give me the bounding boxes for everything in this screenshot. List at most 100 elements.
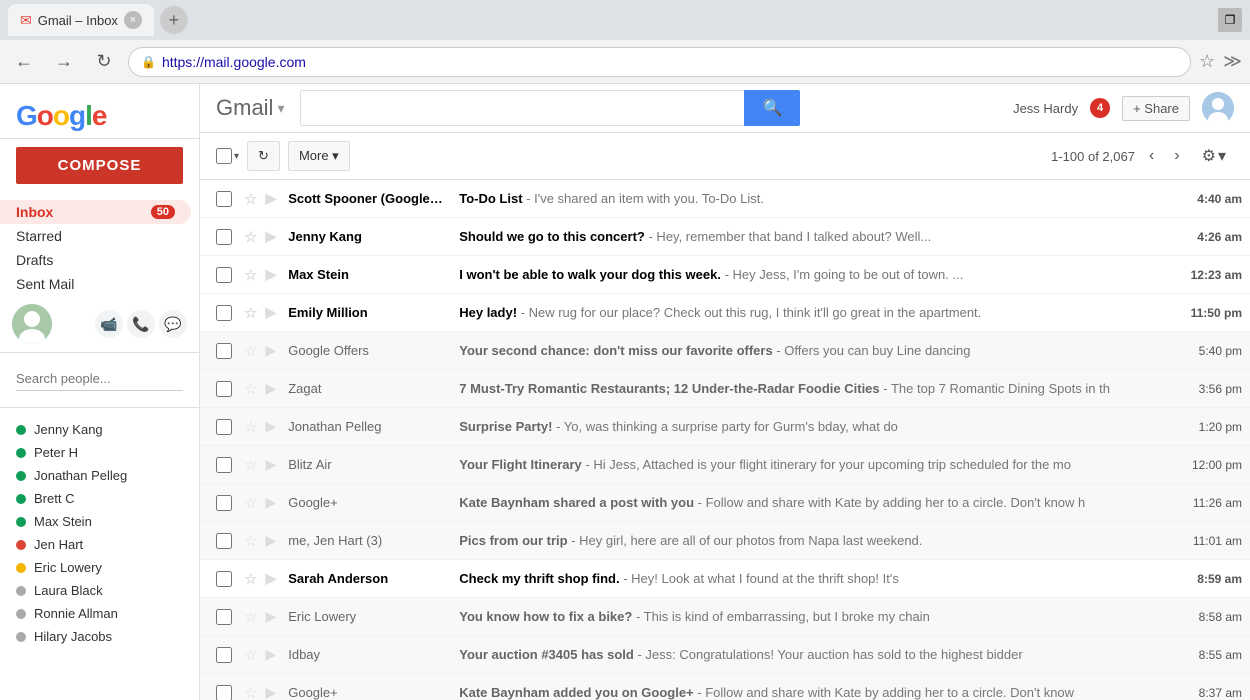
star-button[interactable]: ☆ (244, 608, 257, 626)
important-marker[interactable]: ▶ (265, 266, 276, 283)
contact-item[interactable]: Brett C (0, 487, 199, 510)
email-row[interactable]: ☆ ▶ Google+ Kate Baynham added you on Go… (200, 674, 1250, 700)
contact-item[interactable]: Ronnie Allman (0, 602, 199, 625)
contact-item[interactable]: Hilary Jacobs (0, 625, 199, 648)
email-row[interactable]: ☆ ▶ Idbay Your auction #3405 has sold - … (200, 636, 1250, 674)
email-row[interactable]: ☆ ▶ Zagat 7 Must-Try Romantic Restaurant… (200, 370, 1250, 408)
back-button[interactable]: ← (8, 46, 40, 78)
browser-tab[interactable]: ✉ Gmail – Inbox × (8, 4, 154, 36)
gmail-dropdown-icon[interactable]: ▾ (277, 100, 284, 117)
search-input[interactable] (300, 90, 744, 126)
browser-more-button[interactable]: ≫ (1223, 51, 1242, 72)
contact-item[interactable]: Laura Black (0, 579, 199, 602)
contact-item[interactable]: Jenny Kang (0, 418, 199, 441)
phone-button[interactable]: 📞 (127, 310, 155, 338)
important-marker[interactable]: ▶ (265, 608, 276, 625)
contact-item[interactable]: Jen Hart (0, 533, 199, 556)
sidebar-item-sent[interactable]: Sent Mail (0, 272, 191, 296)
star-button[interactable]: ☆ (244, 684, 257, 700)
email-row[interactable]: ☆ ▶ me, Jen Hart (3) Pics from our trip … (200, 522, 1250, 560)
contact-item[interactable]: Peter H (0, 441, 199, 464)
address-bar[interactable]: 🔒 https://mail.google.com (128, 47, 1191, 77)
next-page-button[interactable]: › (1168, 143, 1185, 169)
select-dropdown-arrow[interactable]: ▾ (234, 151, 239, 162)
tab-close-button[interactable]: × (124, 11, 142, 29)
star-button[interactable]: ☆ (244, 228, 257, 246)
email-row[interactable]: ☆ ▶ Emily Million Hey lady! - New rug fo… (200, 294, 1250, 332)
notification-badge[interactable]: 4 (1090, 98, 1110, 118)
window-restore-button[interactable]: ❐ (1218, 8, 1242, 32)
star-button[interactable]: ☆ (244, 190, 257, 208)
important-marker[interactable]: ▶ (265, 418, 276, 435)
select-all-checkbox[interactable] (216, 148, 232, 164)
important-marker[interactable]: ▶ (265, 456, 276, 473)
important-marker[interactable]: ▶ (265, 228, 276, 245)
important-marker[interactable]: ▶ (265, 494, 276, 511)
email-row[interactable]: ☆ ▶ Eric Lowery You know how to fix a bi… (200, 598, 1250, 636)
email-checkbox[interactable] (216, 457, 232, 473)
email-row[interactable]: ☆ ▶ Jenny Kang Should we go to this conc… (200, 218, 1250, 256)
email-checkbox[interactable] (216, 533, 232, 549)
sidebar-item-drafts[interactable]: Drafts (0, 248, 191, 272)
important-marker[interactable]: ▶ (265, 380, 276, 397)
tab-title: Gmail – Inbox (38, 13, 118, 28)
email-row[interactable]: ☆ ▶ Max Stein I won't be able to walk yo… (200, 256, 1250, 294)
email-checkbox[interactable] (216, 609, 232, 625)
contact-item[interactable]: Jonathan Pelleg (0, 464, 199, 487)
share-button[interactable]: + Share (1122, 96, 1190, 121)
email-checkbox[interactable] (216, 305, 232, 321)
contact-item[interactable]: Max Stein (0, 510, 199, 533)
email-time: 3:56 pm (1172, 382, 1242, 396)
email-checkbox[interactable] (216, 381, 232, 397)
important-marker[interactable]: ▶ (265, 532, 276, 549)
forward-button[interactable]: → (48, 46, 80, 78)
settings-button[interactable]: ⚙ ▾ (1194, 142, 1234, 170)
email-row[interactable]: ☆ ▶ Google Offers Your second chance: do… (200, 332, 1250, 370)
more-button[interactable]: More ▾ (288, 141, 350, 171)
contact-item[interactable]: Eric Lowery (0, 556, 199, 579)
refresh-button[interactable]: ↻ (88, 46, 120, 78)
video-call-button[interactable]: 📹 (95, 310, 123, 338)
new-tab-button[interactable]: + (160, 6, 188, 34)
email-checkbox[interactable] (216, 685, 232, 700)
email-checkbox[interactable] (216, 419, 232, 435)
star-button[interactable]: ☆ (244, 456, 257, 474)
email-row[interactable]: ☆ ▶ Sarah Anderson Check my thrift shop … (200, 560, 1250, 598)
sidebar-item-starred[interactable]: Starred (0, 224, 191, 248)
prev-page-button[interactable]: ‹ (1143, 143, 1160, 169)
important-marker[interactable]: ▶ (265, 570, 276, 587)
email-checkbox[interactable] (216, 495, 232, 511)
chat-button[interactable]: 💬 (159, 310, 187, 338)
important-marker[interactable]: ▶ (265, 684, 276, 700)
star-button[interactable]: ☆ (244, 266, 257, 284)
star-button[interactable]: ☆ (244, 418, 257, 436)
email-row[interactable]: ☆ ▶ Scott Spooner (Google Dr. To-Do List… (200, 180, 1250, 218)
refresh-button[interactable]: ↻ (247, 141, 280, 171)
sidebar-item-inbox[interactable]: Inbox 50 (0, 200, 191, 224)
email-checkbox[interactable] (216, 571, 232, 587)
email-checkbox[interactable] (216, 191, 232, 207)
bookmark-button[interactable]: ☆ (1199, 51, 1215, 72)
compose-button[interactable]: COMPOSE (16, 147, 183, 184)
email-row[interactable]: ☆ ▶ Blitz Air Your Flight Itinerary - Hi… (200, 446, 1250, 484)
user-avatar-header[interactable] (1202, 92, 1234, 124)
important-marker[interactable]: ▶ (265, 646, 276, 663)
important-marker[interactable]: ▶ (265, 190, 276, 207)
star-button[interactable]: ☆ (244, 304, 257, 322)
important-marker[interactable]: ▶ (265, 304, 276, 321)
star-button[interactable]: ☆ (244, 342, 257, 360)
search-people-input[interactable] (16, 367, 183, 391)
email-checkbox[interactable] (216, 647, 232, 663)
important-marker[interactable]: ▶ (265, 342, 276, 359)
search-button[interactable]: 🔍 (744, 90, 800, 126)
star-button[interactable]: ☆ (244, 570, 257, 588)
email-row[interactable]: ☆ ▶ Google+ Kate Baynham shared a post w… (200, 484, 1250, 522)
email-row[interactable]: ☆ ▶ Jonathan Pelleg Surprise Party! - Yo… (200, 408, 1250, 446)
star-button[interactable]: ☆ (244, 494, 257, 512)
star-button[interactable]: ☆ (244, 380, 257, 398)
star-button[interactable]: ☆ (244, 646, 257, 664)
email-checkbox[interactable] (216, 229, 232, 245)
email-checkbox[interactable] (216, 267, 232, 283)
star-button[interactable]: ☆ (244, 532, 257, 550)
email-checkbox[interactable] (216, 343, 232, 359)
